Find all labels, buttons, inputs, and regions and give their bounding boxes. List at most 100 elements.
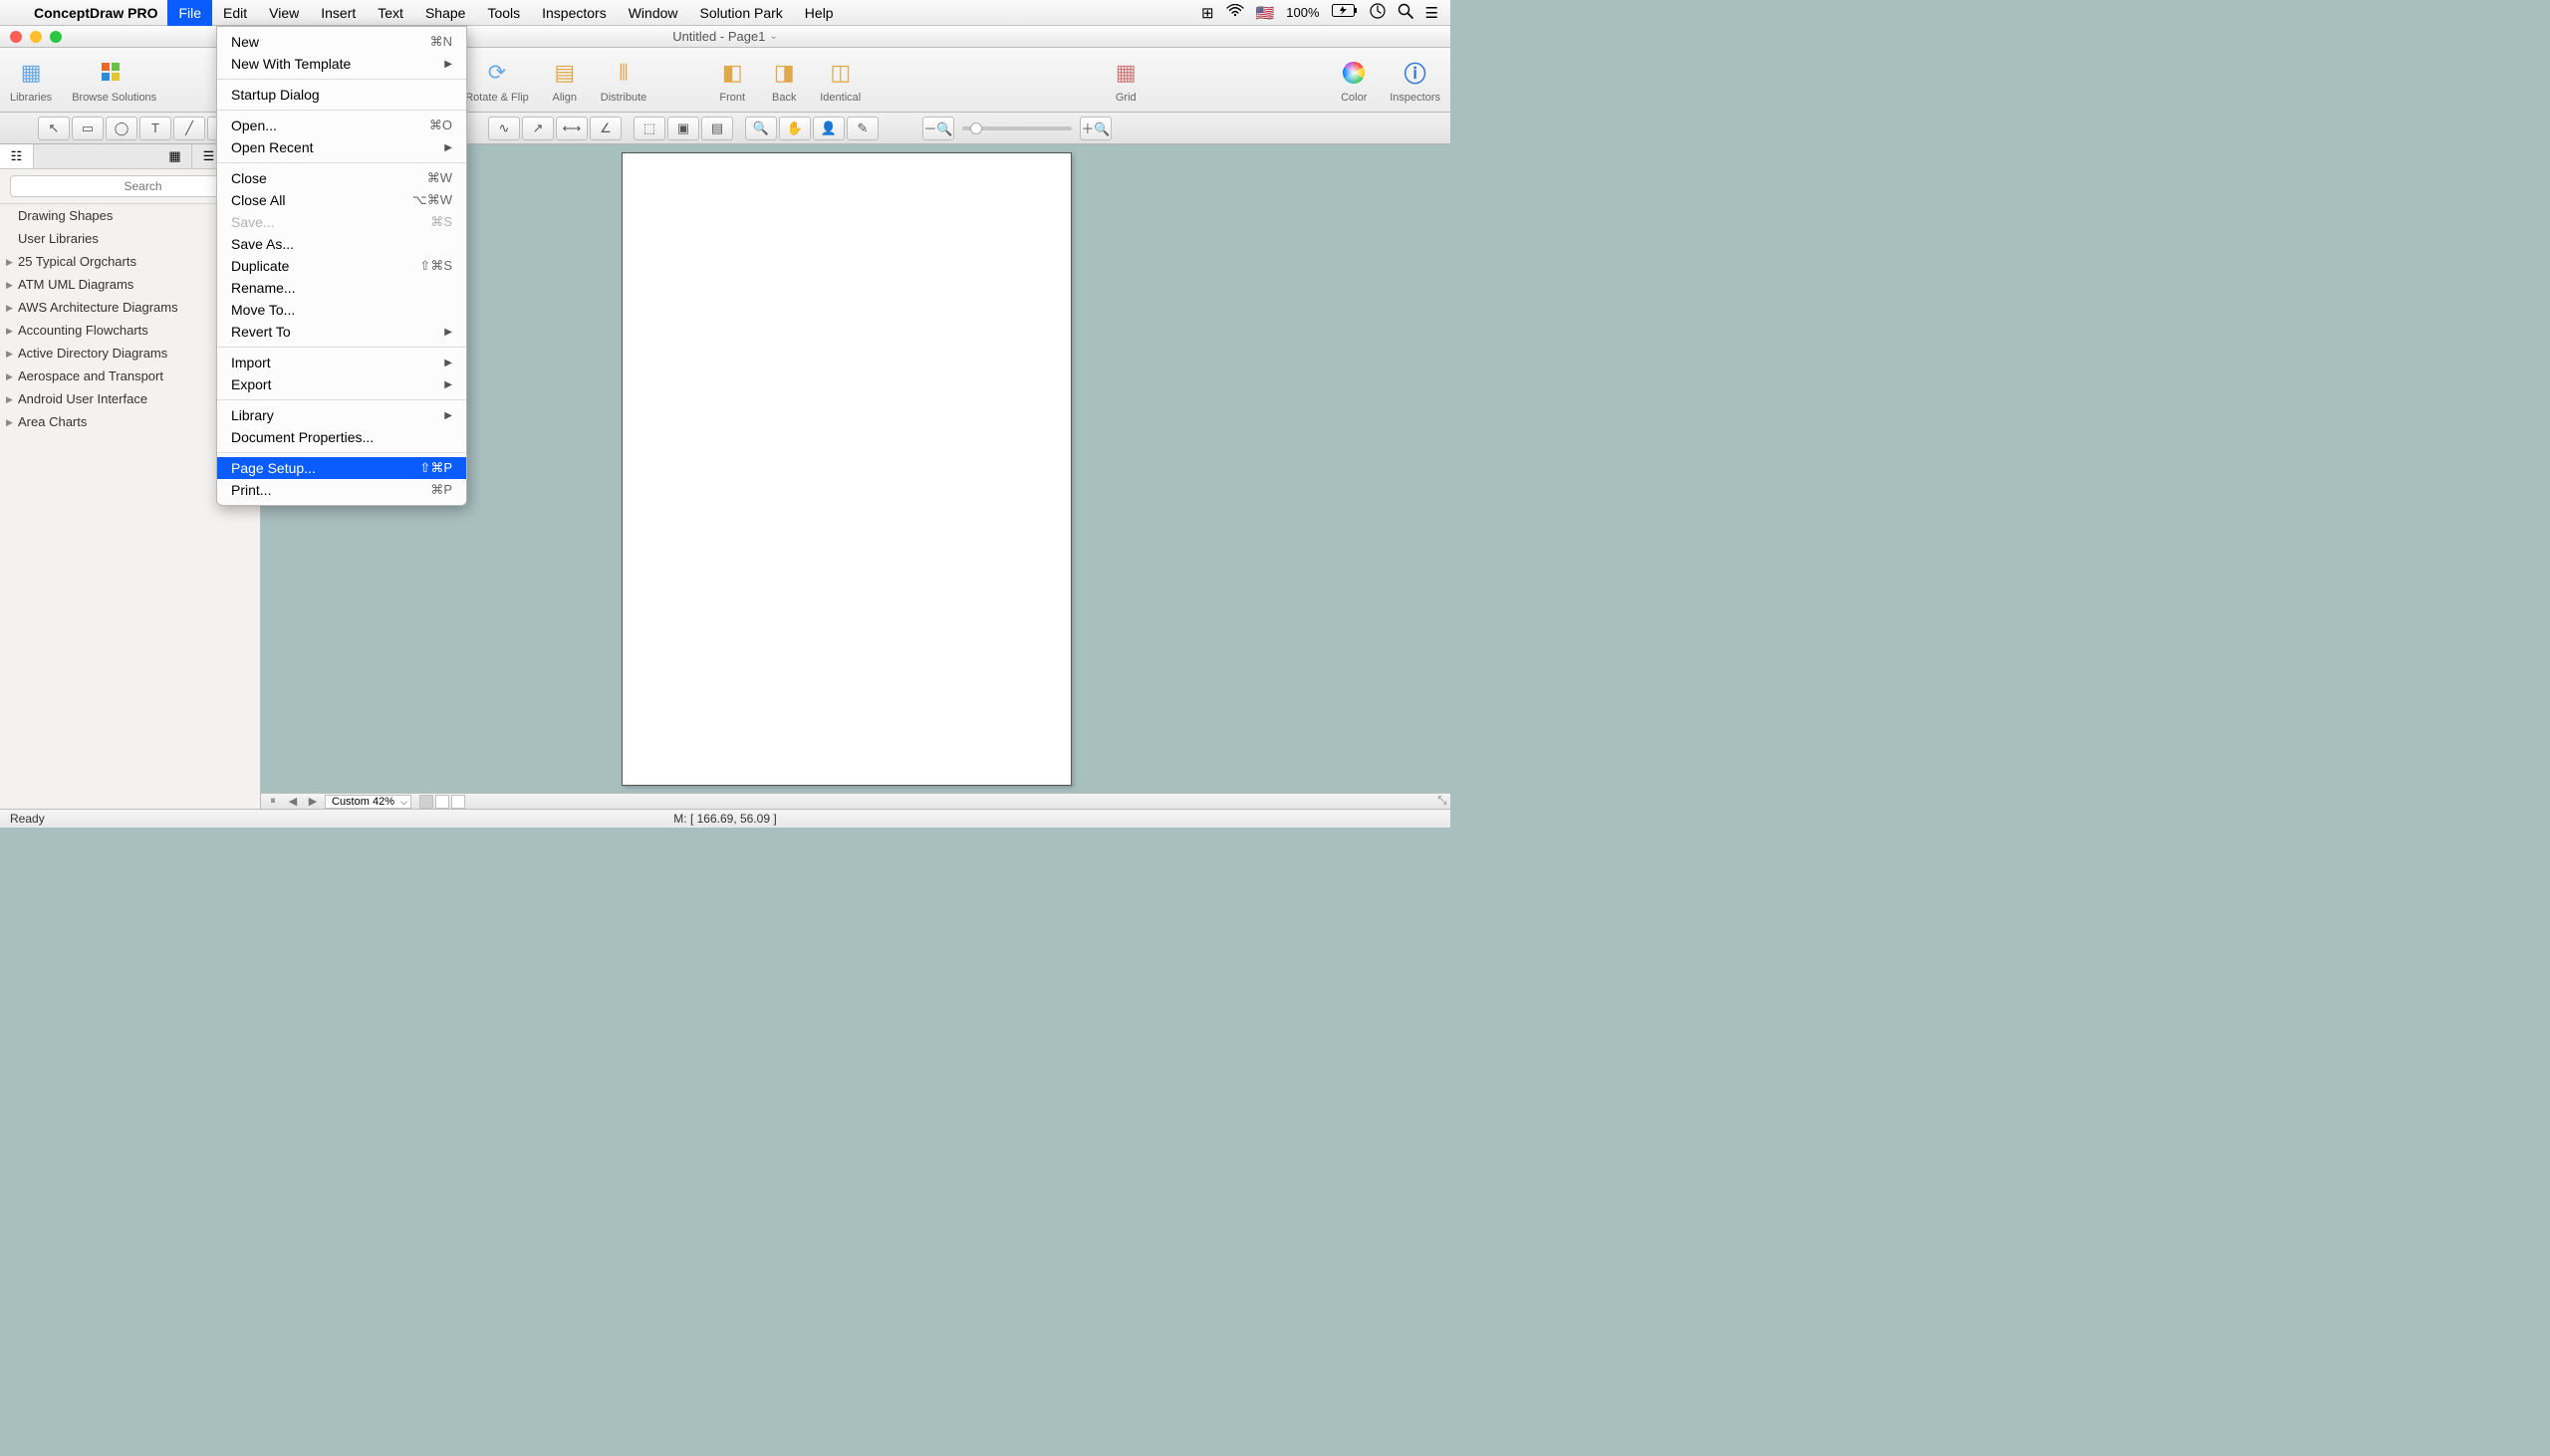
menu-window[interactable]: Window <box>618 0 689 26</box>
rect-tool[interactable]: ▭ <box>72 117 104 140</box>
layouts-icon[interactable]: ⊞ <box>1201 4 1214 22</box>
file-menu-dropdown: New⌘NNew With Template Startup Dialog Open… <box>216 26 467 506</box>
front-button[interactable]: ◧ Front <box>706 57 758 104</box>
zoom-combo[interactable]: Custom 42% <box>325 795 411 809</box>
clock-icon[interactable] <box>1370 3 1386 23</box>
rotate-icon: ⟳ <box>481 57 513 89</box>
file-menu-item[interactable]: New⌘N <box>217 31 466 53</box>
wifi-icon[interactable] <box>1226 4 1244 21</box>
rotate-flip-button[interactable]: ⟳ Rotate & Flip <box>455 57 539 104</box>
pause-button[interactable]: ⏸ <box>265 795 281 809</box>
inspectors-label: Inspectors <box>1390 92 1440 104</box>
text-tool[interactable]: T <box>139 117 171 140</box>
zoom-out-button[interactable]: －🔍 <box>922 117 954 140</box>
angle-tool[interactable]: ∠ <box>590 117 622 140</box>
distribute-icon: ⫴ <box>608 57 639 89</box>
zoom-in-button[interactable]: ＋🔍 <box>1080 117 1112 140</box>
file-menu-item[interactable]: Document Properties... <box>217 426 466 448</box>
color-button[interactable]: Color <box>1328 57 1380 104</box>
file-menu-item[interactable]: Open...⌘O <box>217 115 466 136</box>
zoom-window-button[interactable] <box>50 31 62 43</box>
browse-solutions-icon <box>99 57 130 89</box>
align-icon: ▤ <box>549 57 581 89</box>
file-menu-item[interactable]: Revert To <box>217 321 466 343</box>
file-menu-item[interactable]: Export <box>217 373 466 395</box>
prev-page-button[interactable]: ◀ <box>285 795 301 809</box>
distribute-button[interactable]: ⫴ Distribute <box>591 57 656 104</box>
page-tab-3[interactable] <box>451 795 465 809</box>
browse-label: Browse Solutions <box>72 92 156 104</box>
next-page-button[interactable]: ▶ <box>305 795 321 809</box>
align-button[interactable]: ▤ Align <box>539 57 591 104</box>
arrow-tool[interactable]: ↗ <box>522 117 554 140</box>
menu-shape[interactable]: Shape <box>414 0 476 26</box>
menu-text[interactable]: Text <box>367 0 414 26</box>
ellipse-tool[interactable]: ◯ <box>106 117 137 140</box>
file-menu-item[interactable]: Duplicate⇧⌘S <box>217 255 466 277</box>
close-window-button[interactable] <box>10 31 22 43</box>
node-tool-3[interactable]: ▤ <box>701 117 733 140</box>
sidebar-tab-tree[interactable]: ☷ <box>0 144 34 168</box>
pan-tool[interactable]: ✋ <box>779 117 811 140</box>
zoom-tool[interactable]: 🔍 <box>745 117 777 140</box>
page-tab-1[interactable] <box>419 795 433 809</box>
sidebar-tab-spacer <box>34 144 158 168</box>
identical-button[interactable]: ◫ Identical <box>810 57 871 104</box>
menu-file[interactable]: File <box>167 0 212 26</box>
zoom-slider[interactable] <box>962 126 1072 130</box>
minimize-window-button[interactable] <box>30 31 42 43</box>
sidebar-tab-grid[interactable]: ▦ <box>158 144 192 168</box>
file-menu-item[interactable]: Import <box>217 352 466 373</box>
menu-inspectors[interactable]: Inspectors <box>531 0 618 26</box>
search-input[interactable] <box>10 175 250 197</box>
menu-view[interactable]: View <box>258 0 310 26</box>
person-tool[interactable]: 👤 <box>813 117 845 140</box>
file-menu-item[interactable]: Save As... <box>217 233 466 255</box>
front-icon: ◧ <box>716 57 748 89</box>
eyedropper-tool[interactable]: ✎ <box>847 117 879 140</box>
identical-label: Identical <box>820 92 861 104</box>
dimension-tool[interactable]: ⟷ <box>556 117 588 140</box>
resize-handle[interactable]: ⤡ <box>1434 795 1450 809</box>
file-menu-item[interactable]: Startup Dialog <box>217 84 466 106</box>
status-ready: Ready <box>10 812 45 826</box>
grid-label: Grid <box>1116 92 1137 104</box>
libraries-label: Libraries <box>10 92 52 104</box>
back-button[interactable]: ◨ Back <box>758 57 810 104</box>
menu-icon[interactable]: ☰ <box>1425 4 1438 22</box>
inspectors-icon: ⓘ <box>1400 57 1431 89</box>
menu-solution-park[interactable]: Solution Park <box>689 0 794 26</box>
app-menu[interactable]: ConceptDraw PRO <box>24 5 167 21</box>
file-menu-item[interactable]: Move To... <box>217 299 466 321</box>
file-menu-item[interactable]: Close All⌥⌘W <box>217 189 466 211</box>
status-bar: Ready M: [ 166.69, 56.09 ] <box>0 809 1450 828</box>
grid-button[interactable]: ▦ Grid <box>1100 57 1151 104</box>
file-menu-item[interactable]: Rename... <box>217 277 466 299</box>
back-label: Back <box>772 92 796 104</box>
browse-solutions-button[interactable]: Browse Solutions <box>62 57 166 104</box>
curve-tool[interactable]: ∿ <box>488 117 520 140</box>
file-menu-item[interactable]: Print...⌘P <box>217 479 466 501</box>
inspectors-button[interactable]: ⓘ Inspectors <box>1380 57 1450 104</box>
line-tool[interactable]: ╱ <box>173 117 205 140</box>
menu-help[interactable]: Help <box>794 0 845 26</box>
spotlight-icon[interactable] <box>1398 3 1413 23</box>
grid-icon: ▦ <box>1110 57 1142 89</box>
file-menu-item[interactable]: Open Recent <box>217 136 466 158</box>
node-tool-1[interactable]: ⬚ <box>634 117 665 140</box>
battery-icon[interactable] <box>1332 4 1358 21</box>
libraries-button[interactable]: ▦ Libraries <box>0 57 62 104</box>
file-menu-item[interactable]: Library <box>217 404 466 426</box>
node-tool-2[interactable]: ▣ <box>667 117 699 140</box>
menu-tools[interactable]: Tools <box>476 0 531 26</box>
page[interactable] <box>622 152 1072 786</box>
pointer-tool[interactable]: ↖ <box>38 117 70 140</box>
page-tab-2[interactable] <box>435 795 449 809</box>
menu-edit[interactable]: Edit <box>212 0 258 26</box>
file-menu-item[interactable]: Page Setup...⇧⌘P <box>217 457 466 479</box>
menu-insert[interactable]: Insert <box>310 0 367 26</box>
file-menu-item[interactable]: Close⌘W <box>217 167 466 189</box>
file-menu-item[interactable]: New With Template <box>217 53 466 75</box>
title-dropdown-icon[interactable]: ⌄ <box>769 31 777 42</box>
flag-icon[interactable]: 🇺🇸 <box>1256 4 1275 22</box>
